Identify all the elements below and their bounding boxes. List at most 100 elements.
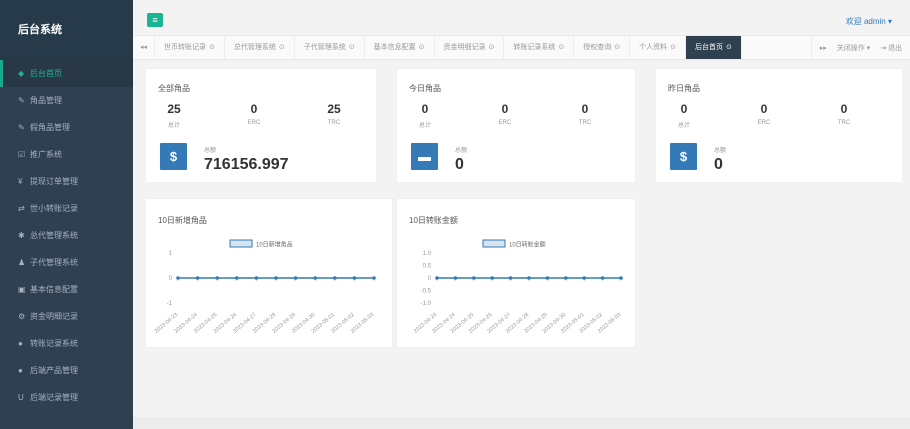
wrench-icon: ✎ [18,96,25,105]
tab-0[interactable]: 世币转账记录 ⊙ [155,36,225,59]
sidebar-item-label: 后台首页 [30,69,62,78]
sidebar-item-10[interactable]: ● 转账记录系统 [0,330,133,357]
data-point [176,276,180,280]
wrench-icon: ✎ [18,123,25,132]
home-icon: ◆ [18,69,25,78]
sidebar-item-0[interactable]: ◆ 后台首页 [0,60,133,87]
sidebar-item-8[interactable]: ▣ 基本信息配置 [0,276,133,303]
data-point [235,276,239,280]
stat-item: 0 总计 [644,102,724,129]
tab-label: 个人资料 [639,44,668,51]
close-tab-icon[interactable]: ⊙ [614,44,620,51]
bars-icon[interactable]: ≡ [147,13,163,27]
stat-label: TRC [327,120,341,126]
sidebar-item-12[interactable]: U 后端记录管理 [0,384,133,411]
stat-number: 0 [250,102,258,116]
chart-card-new-products: 10日新增角品 10日新增角品 1 0 -1 2023-04-23 2023-04-24 2… [145,198,393,348]
tab-6[interactable]: 授权查询 ⊙ [574,36,631,59]
sidebar-item-7[interactable]: ♟ 子代管理系统 [0,249,133,276]
welcome-user-menu[interactable]: 欢迎 admin ▾ [846,16,892,27]
sidebar-item-9[interactable]: ⚙ 资金明细记录 [0,303,133,330]
settings-icon: ⚙ [18,312,26,321]
sidebar-item-3[interactable]: ☑ 推广系统 [0,141,133,168]
tab-5[interactable]: 转账记录系统 ⊙ [504,36,575,59]
close-tab-icon[interactable]: ⊙ [419,44,425,51]
chat-icon: ● [18,366,23,375]
data-point [313,276,317,280]
legend-swatch [482,239,506,248]
tabs-scroll-left-icon[interactable]: ◂◂ [133,36,155,59]
tab-label: 授权查询 [583,44,612,51]
sidebar-item-1[interactable]: ✎ 角品管理 [0,87,133,114]
tab-3[interactable]: 基本信息配置 ⊙ [365,36,435,59]
sidebar-item-label: 世小转账记录 [30,204,78,213]
close-tab-icon[interactable]: ⊙ [209,44,215,51]
close-tab-icon[interactable]: ⊙ [489,44,495,51]
tab-4[interactable]: 资金明细记录 ⊙ [435,36,505,59]
sidebar-item-11[interactable]: ● 后端产品管理 [0,357,133,384]
stat-label: TRC [578,120,592,126]
dollar-icon: $ [670,143,697,170]
stat-number: 0 [760,102,768,116]
stat-item: 0 TRC [804,102,884,126]
sidebar-item-label: 后端记录管理 [30,393,78,402]
data-point [372,276,376,280]
stat-label: ERC [757,120,771,126]
tabs-bar: ◂◂ 世币转账记录 ⊙ 总代管理系统 ⊙ 子代管理系统 ⊙ 基本信息配置 ⊙ 资金明细记录 ⊙ 转账… [133,36,910,60]
stat-card-1: 今日角品 0 总计 0 ERC 0 TRC ▬ 总额 0 [396,68,636,183]
stat-item: 25 总计 [134,102,214,129]
y-tick-label: 0 [428,276,432,282]
y-tick-label: -1 [167,301,173,307]
sidebar-item-label: 提现订单管理 [30,177,78,186]
logout-button[interactable]: ⇥ 退出 [880,43,902,53]
data-point [564,276,568,280]
stat-label: ERC [247,120,261,126]
tab-7[interactable]: 个人资料 ⊙ [630,36,686,59]
dollar-icon: $ [160,143,187,170]
tab-label: 世币转账记录 [164,44,206,51]
stat-number: 25 [167,102,181,116]
config-icon: ▣ [18,285,26,294]
sidebar-item-label: 角品管理 [30,96,62,105]
data-point [352,276,357,280]
data-point [490,276,494,280]
close-tab-icon[interactable]: ⊙ [670,44,676,51]
y-tick-label: 1 [169,251,173,257]
users-icon: ♟ [18,258,26,267]
share-icon: ☑ [18,150,26,159]
total-label: 总额 [714,148,727,154]
sidebar-item-label: 假角品管理 [30,123,70,132]
stat-item: 0 总计 [385,102,465,129]
tab-label: 资金明细记录 [443,44,486,51]
stat-label: TRC [837,120,851,126]
data-point [333,276,337,280]
chart-card-transfer-amount: 10日转账金额 10日转账金额 1.0 0.5 0 -0.5 -1.0 2023-04-23… [396,198,636,348]
legend-label: 10日新增角品 [256,241,293,249]
tab-label: 基本信息配置 [373,44,416,51]
close-tab-icon[interactable]: ⊙ [349,44,355,51]
tab-2[interactable]: 子代管理系统 ⊙ [295,36,365,59]
sidebar: 后台系统 ◆ 后台首页 ✎ 角品管理 ✎ 假角品管理 ☑ 推广系统 ¥ 提现订单管理 ⇄ 世小转账记录… [0,0,133,429]
gear-icon: ✱ [18,231,25,240]
tab-1[interactable]: 总代管理系统 ⊙ [225,36,295,59]
sidebar-item-2[interactable]: ✎ 假角品管理 [0,114,133,141]
topbar: ≡ 欢迎 admin ▾ [133,0,910,36]
data-point [545,276,550,280]
close-tab-icon[interactable]: ⊙ [558,44,564,51]
tab-8[interactable]: 后台首页 ⊙ [686,36,742,59]
stat-item: 0 ERC [724,102,804,126]
close-tab-icon[interactable]: ⊙ [726,44,732,51]
close-tab-icon[interactable]: ⊙ [279,44,285,51]
sidebar-item-4[interactable]: ¥ 提现订单管理 [0,168,133,195]
close-operations-dropdown[interactable]: 关闭操作 ▾ [837,43,870,53]
tabs-scroll-right-icon[interactable]: ▸▸ [820,44,827,52]
sidebar-item-6[interactable]: ✱ 总代管理系统 [0,222,133,249]
stat-item: 25 TRC [294,102,374,126]
footer-strip [133,417,910,429]
tab-label: 子代管理系统 [303,44,346,51]
sidebar-item-label: 资金明细记录 [30,312,78,321]
sidebar-item-label: 子代管理系统 [30,258,78,267]
record-icon: ● [18,339,23,348]
sidebar-item-5[interactable]: ⇄ 世小转账记录 [0,195,133,222]
data-point [619,276,623,280]
